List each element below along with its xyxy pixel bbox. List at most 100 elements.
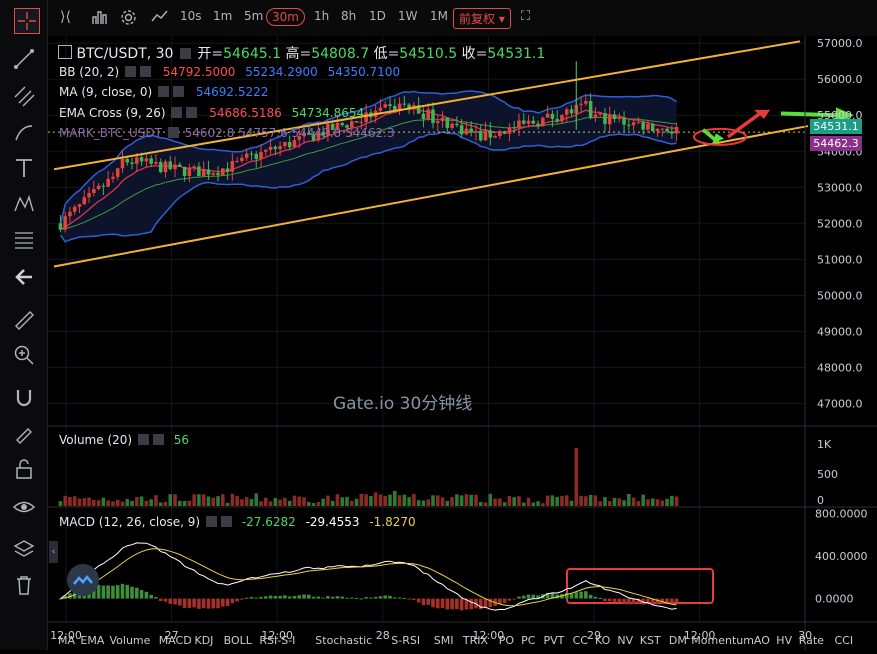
layers-icon[interactable] [13,538,35,560]
ema-close-icon[interactable] [186,107,198,118]
pattern-icon[interactable] [13,193,35,215]
candle-body [655,128,660,132]
mark-settings-icon[interactable] [167,127,179,138]
ma-close-icon[interactable] [173,86,185,97]
multi-line-icon[interactable] [13,85,35,107]
volume-close-icon[interactable] [152,434,164,445]
indicator-tab-rsi-s-i[interactable]: RSI-S-I [259,634,295,647]
volume-bar [378,494,383,506]
volume-bar [58,501,63,506]
macd-histogram-bar [383,595,388,599]
indicator-tab-macd[interactable]: MACD [159,634,192,647]
indicator-tab-cci[interactable]: CCI [835,634,854,647]
eye-icon[interactable] [13,496,35,518]
trash-icon[interactable] [13,574,35,596]
interval-8h[interactable]: 8h [341,9,356,23]
indicators-icon[interactable] [151,9,169,28]
price-tick: 47000.0 [817,397,863,410]
volume-settings-icon[interactable] [137,434,149,445]
candle-body [464,128,469,135]
brush-icon[interactable] [13,122,35,144]
zoom-in-icon[interactable] [13,344,35,366]
macd-line [60,542,677,611]
indicator-tab-s-rsi[interactable]: S-RSI [391,634,420,647]
bracket-icon[interactable]: ⟩⟨ [60,9,71,25]
interval-1M[interactable]: 1M [430,9,448,23]
indicator-tab-ema[interactable]: EMA [80,634,104,647]
interval-1h[interactable]: 1h [314,9,329,23]
candle-body [163,161,168,173]
crosshair-icon[interactable] [14,8,40,34]
ma-settings-icon[interactable] [158,86,170,97]
macd-histogram-bar [135,587,139,599]
macd-histogram-bar [139,590,144,599]
indicator-tab-smi[interactable]: SMI [434,634,454,647]
interval-10s[interactable]: 10s [180,9,202,23]
text-tool-icon[interactable] [13,157,35,179]
indicator-tab-hv[interactable]: HV [776,634,792,647]
indicator-tab-ko[interactable]: KO [595,634,610,647]
volume-bar [388,494,392,506]
macd-histogram-bar [469,598,473,610]
fullscreen-icon[interactable]: ⛶ [521,9,530,24]
indicator-tab-kst[interactable]: KST [640,634,661,647]
volume-bar [670,495,674,506]
candle-body [660,128,665,130]
indicator-tab-pvt[interactable]: PVT [544,634,565,647]
candle-body [287,142,292,148]
volume-bar [82,498,87,506]
interval-1D[interactable]: 1D [369,9,386,23]
volume-bar [158,502,163,506]
magnet-icon[interactable] [13,387,35,409]
fibonacci-icon[interactable] [13,229,35,251]
interval-1W[interactable]: 1W [398,9,418,23]
indicator-tab-stochastic[interactable]: Stochastic [315,634,372,647]
unlock-icon[interactable] [13,458,35,480]
macd-value-2: -29.4553 [305,515,360,529]
annotations[interactable] [566,107,854,604]
ruler-icon[interactable] [13,309,35,331]
candle-body [283,142,287,147]
indicator-tab-cc[interactable]: CC [573,634,588,647]
volume-bar [416,500,421,506]
interval-5m[interactable]: 5m [244,9,263,23]
volume-bar [221,494,225,506]
interval-1m[interactable]: 1m [213,9,232,23]
macd-settings-icon[interactable] [205,516,217,527]
adjust-dropdown[interactable]: 前复权 ▾ [453,8,511,29]
volume-bar [101,497,106,506]
indicator-tab-ma[interactable]: MA [58,634,75,647]
indicator-tab-trix[interactable]: TRIX [463,634,488,647]
indicator-tab-nv[interactable]: NV [617,634,633,647]
macd-histogram-bar [512,598,516,600]
macd-close-icon[interactable] [220,516,232,527]
bb-close-icon[interactable] [140,66,152,77]
lock-drawing-icon[interactable] [13,422,35,444]
chart-area[interactable]: 57000.0 56000.0 55000.0 54000.0 53000.0 52000… [48,36,877,650]
bb-settings-icon[interactable] [125,66,137,77]
back-arrow-icon[interactable] [13,266,35,288]
mark-value-4: 54462.3 [345,126,395,140]
macd-histogram-bar [421,598,426,606]
indicator-tab-ao[interactable]: AO [754,634,770,647]
logo-badge[interactable] [67,564,99,596]
volume-bar [111,501,115,506]
indicator-tab-volume[interactable]: Volume [110,634,151,647]
candle-body [402,103,407,105]
pane-collapse-handle[interactable]: ‹ [49,541,58,563]
indicator-tab-pc[interactable]: PC [521,634,535,647]
ema-settings-icon[interactable] [171,107,183,118]
indicator-tab-po[interactable]: PO [499,634,514,647]
settings-gear-icon[interactable] [120,9,137,29]
indicator-tab-dm[interactable]: DM [669,634,687,647]
indicator-tab-kdj[interactable]: KDJ [195,634,214,647]
volume-bar [603,497,607,506]
chart-type-icon[interactable] [92,9,108,28]
indicator-tab-rate[interactable]: Rate [799,634,824,647]
interval-30m[interactable]: 30m [266,8,305,26]
indicator-tab-boll[interactable]: BOLL [224,634,252,647]
indicator-tab-momentum[interactable]: Momentum [691,634,754,647]
collapse-icon[interactable] [58,45,72,59]
legend-settings-icon[interactable] [179,48,191,59]
trend-line-icon[interactable] [13,48,35,70]
